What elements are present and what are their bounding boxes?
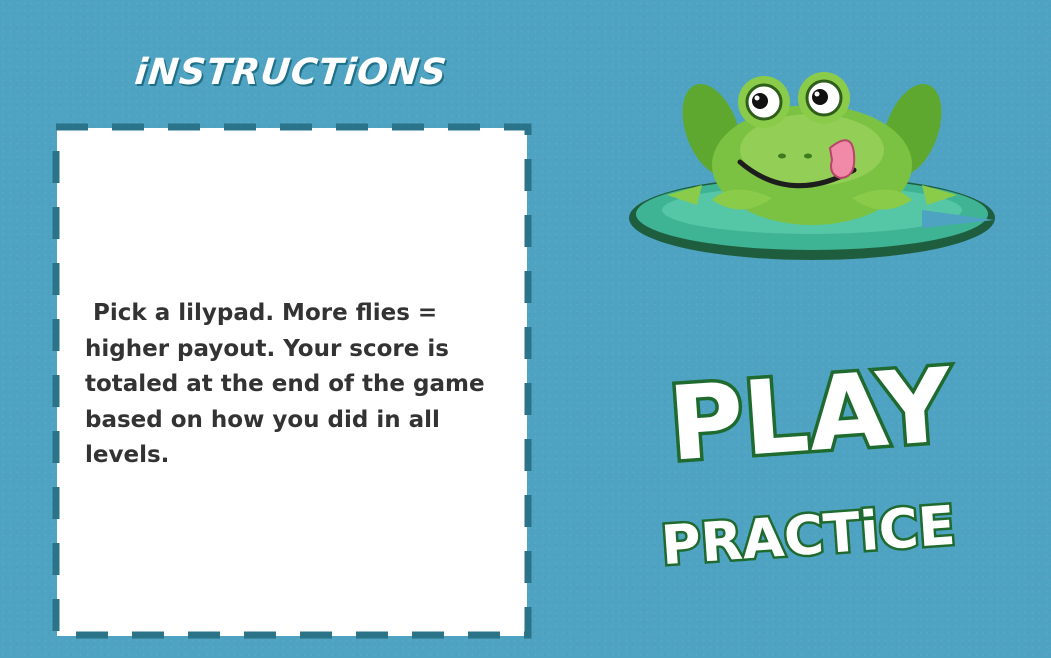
frog-on-lilypad-icon: [629, 72, 995, 260]
practice-button[interactable]: PRACTiCE: [648, 491, 968, 579]
play-button-label: PLAY: [665, 352, 957, 472]
instructions-title: iNSTRUCTiONS: [132, 52, 450, 93]
practice-button-label: PRACTiCE: [659, 494, 957, 574]
play-button-graphic: PLAY: [662, 343, 961, 489]
practice-button-graphic: PRACTiCE: [657, 491, 960, 579]
instructions-text: Pick a lilypad. More flies = higher payo…: [85, 300, 485, 468]
play-button[interactable]: PLAY: [660, 343, 961, 489]
